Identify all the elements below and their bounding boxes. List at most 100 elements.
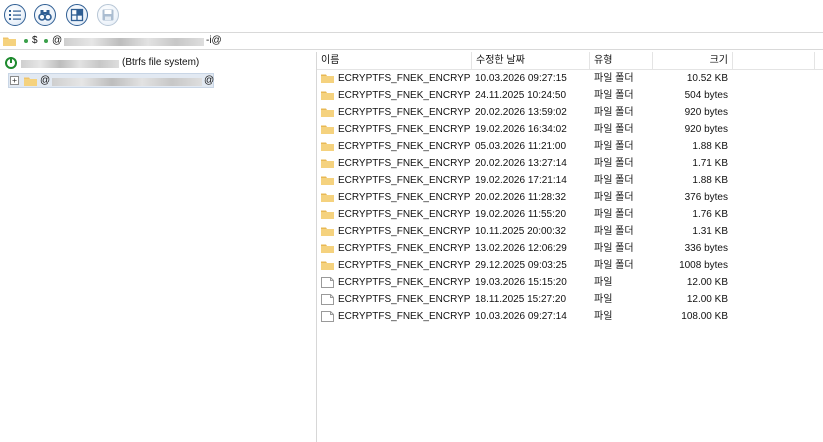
file-size-cell: 1.88 KB — [692, 141, 728, 152]
tree-child-suffix: @ — [204, 75, 215, 86]
file-size-cell: 1008 bytes — [679, 260, 728, 271]
file-name-cell: ECRYPTFS_FNEK_ENCRYPT... — [338, 90, 470, 101]
save-button[interactable] — [97, 4, 119, 26]
file-type-cell: 파일 폴더 — [594, 243, 634, 254]
file-size-cell: 1.88 KB — [692, 175, 728, 186]
file-name-cell: ECRYPTFS_FNEK_ENCRYPT... — [338, 192, 470, 203]
file-type-cell: 파일 폴더 — [594, 158, 634, 169]
path-segment-prefix[interactable]: @ — [52, 35, 62, 46]
modified-date-cell: 10.03.2026 09:27:15 — [475, 73, 567, 84]
path-segment[interactable]: $ — [32, 35, 38, 46]
file-list: 이름 수정한 날짜 유형 크기 ECRYPTFS_FNEK_ENCRYPT...… — [317, 52, 823, 442]
list-icon — [9, 10, 21, 20]
table-row[interactable]: ECRYPTFS_FNEK_ENCRYPT... 19.02.2026 11:55… — [317, 206, 823, 223]
redacted-path — [64, 38, 204, 46]
file-size-cell: 920 bytes — [684, 124, 728, 135]
table-row[interactable]: ECRYPTFS_FNEK_ENCRYPT... 10.03.2026 09:27… — [317, 308, 823, 325]
power-icon — [5, 57, 17, 69]
table-row[interactable]: ECRYPTFS_FNEK_ENCRYPT... 13.02.2026 12:06… — [317, 240, 823, 257]
file-type-cell: 파일 — [594, 311, 613, 322]
file-name-cell: ECRYPTFS_FNEK_ENCRYPT... — [338, 243, 470, 254]
file-icon — [321, 277, 334, 291]
file-size-cell: 376 bytes — [684, 192, 728, 203]
file-name-cell: ECRYPTFS_FNEK_ENCRYPT... — [338, 141, 470, 152]
file-type-cell: 파일 — [594, 294, 613, 305]
folder-icon — [321, 192, 334, 205]
file-type-cell: 파일 폴더 — [594, 192, 634, 203]
file-name-cell: ECRYPTFS_FNEK_ENCRYPT... — [338, 107, 470, 118]
file-name-cell: ECRYPTFS_FNEK_ENCRYPT... — [338, 260, 470, 271]
modified-date-cell: 19.02.2026 17:21:14 — [475, 175, 567, 186]
file-size-cell: 108.00 KB — [681, 311, 728, 322]
expand-icon[interactable]: + — [10, 76, 19, 85]
file-size-cell: 10.52 KB — [686, 73, 728, 84]
grid-view-button[interactable] — [66, 4, 88, 26]
folder-icon — [321, 175, 334, 188]
file-name-cell: ECRYPTFS_FNEK_ENCRYPT... — [338, 294, 470, 305]
find-button[interactable] — [34, 4, 56, 26]
modified-date-cell: 19.03.2026 15:15:20 — [475, 277, 567, 288]
table-row[interactable]: ECRYPTFS_FNEK_ENCRYPT... 24.11.2025 10:24… — [317, 87, 823, 104]
folder-icon — [321, 73, 334, 86]
table-row[interactable]: ECRYPTFS_FNEK_ENCRYPT... 19.03.2026 15:15… — [317, 274, 823, 291]
folder-icon — [321, 226, 334, 239]
table-row[interactable]: ECRYPTFS_FNEK_ENCRYPT... 18.11.2025 15:27… — [317, 291, 823, 308]
file-size-cell: 920 bytes — [684, 107, 728, 118]
file-icon — [321, 311, 334, 325]
folder-tree: (Btrfs file system) + @ @ — [0, 52, 316, 442]
floppy-disk-icon — [102, 9, 114, 21]
table-row[interactable]: ECRYPTFS_FNEK_ENCRYPT... 10.03.2026 09:27… — [317, 70, 823, 87]
file-size-cell: 1.71 KB — [692, 158, 728, 169]
table-row[interactable]: ECRYPTFS_FNEK_ENCRYPT... 10.11.2025 20:00… — [317, 223, 823, 240]
file-type-cell: 파일 폴더 — [594, 141, 634, 152]
column-header-size[interactable]: 크기 — [653, 52, 733, 70]
path-segment-suffix[interactable]: -i@ — [206, 35, 222, 46]
column-header-blank — [733, 52, 815, 70]
modified-date-cell: 19.02.2026 16:34:02 — [475, 124, 567, 135]
file-name-cell: ECRYPTFS_FNEK_ENCRYPT... — [338, 175, 470, 186]
column-header-name[interactable]: 이름 — [317, 52, 472, 70]
file-size-cell: 1.76 KB — [692, 209, 728, 220]
modified-date-cell: 10.03.2026 09:27:14 — [475, 311, 567, 322]
file-name-cell: ECRYPTFS_FNEK_ENCRYPT... — [338, 277, 470, 288]
file-name-cell: ECRYPTFS_FNEK_ENCRYPT... — [338, 209, 470, 220]
folder-icon — [3, 37, 16, 46]
path-separator-dot — [24, 39, 28, 43]
path-bar[interactable]: $ @ -i@ — [0, 32, 823, 50]
file-name-cell: ECRYPTFS_FNEK_ENCRYPT... — [338, 73, 470, 84]
file-type-cell: 파일 폴더 — [594, 124, 634, 135]
file-size-cell: 1.31 KB — [692, 226, 728, 237]
modified-date-cell: 20.02.2026 13:59:02 — [475, 107, 567, 118]
modified-date-cell: 20.02.2026 11:28:32 — [475, 192, 567, 203]
folder-icon — [321, 141, 334, 154]
file-type-cell: 파일 폴더 — [594, 209, 634, 220]
file-size-cell: 336 bytes — [684, 243, 728, 254]
modified-date-cell: 24.11.2025 10:24:50 — [475, 90, 567, 101]
file-type-cell: 파일 폴더 — [594, 175, 634, 186]
file-type-cell: 파일 폴더 — [594, 90, 634, 101]
file-type-cell: 파일 폴더 — [594, 73, 634, 84]
column-header-modified[interactable]: 수정한 날짜 — [472, 52, 590, 70]
table-row[interactable]: ECRYPTFS_FNEK_ENCRYPT... 19.02.2026 17:21… — [317, 172, 823, 189]
toolbar — [0, 0, 823, 32]
redacted-folder-name — [52, 78, 202, 86]
tree-child-node[interactable]: + @ @ — [8, 73, 214, 88]
tree-child-prefix: @ — [40, 75, 51, 86]
table-row[interactable]: ECRYPTFS_FNEK_ENCRYPT... 20.02.2026 13:27… — [317, 155, 823, 172]
folder-icon — [321, 107, 334, 120]
column-header-type[interactable]: 유형 — [590, 52, 653, 70]
table-row[interactable]: ECRYPTFS_FNEK_ENCRYPT... 19.02.2026 16:34… — [317, 121, 823, 138]
path-separator-dot — [44, 39, 48, 43]
modified-date-cell: 18.11.2025 15:27:20 — [475, 294, 567, 305]
table-row[interactable]: ECRYPTFS_FNEK_ENCRYPT... 05.03.2026 11:21… — [317, 138, 823, 155]
modified-date-cell: 10.11.2025 20:00:32 — [475, 226, 567, 237]
folder-icon — [321, 90, 334, 103]
list-view-button[interactable] — [4, 4, 26, 26]
folder-icon — [321, 124, 334, 137]
table-row[interactable]: ECRYPTFS_FNEK_ENCRYPT... 20.02.2026 11:28… — [317, 189, 823, 206]
table-row[interactable]: ECRYPTFS_FNEK_ENCRYPT... 20.02.2026 13:59… — [317, 104, 823, 121]
file-icon — [321, 294, 334, 308]
modified-date-cell: 05.03.2026 11:21:00 — [475, 141, 567, 152]
file-name-cell: ECRYPTFS_FNEK_ENCRYPT... — [338, 158, 470, 169]
table-row[interactable]: ECRYPTFS_FNEK_ENCRYPT... 29.12.2025 09:03… — [317, 257, 823, 274]
